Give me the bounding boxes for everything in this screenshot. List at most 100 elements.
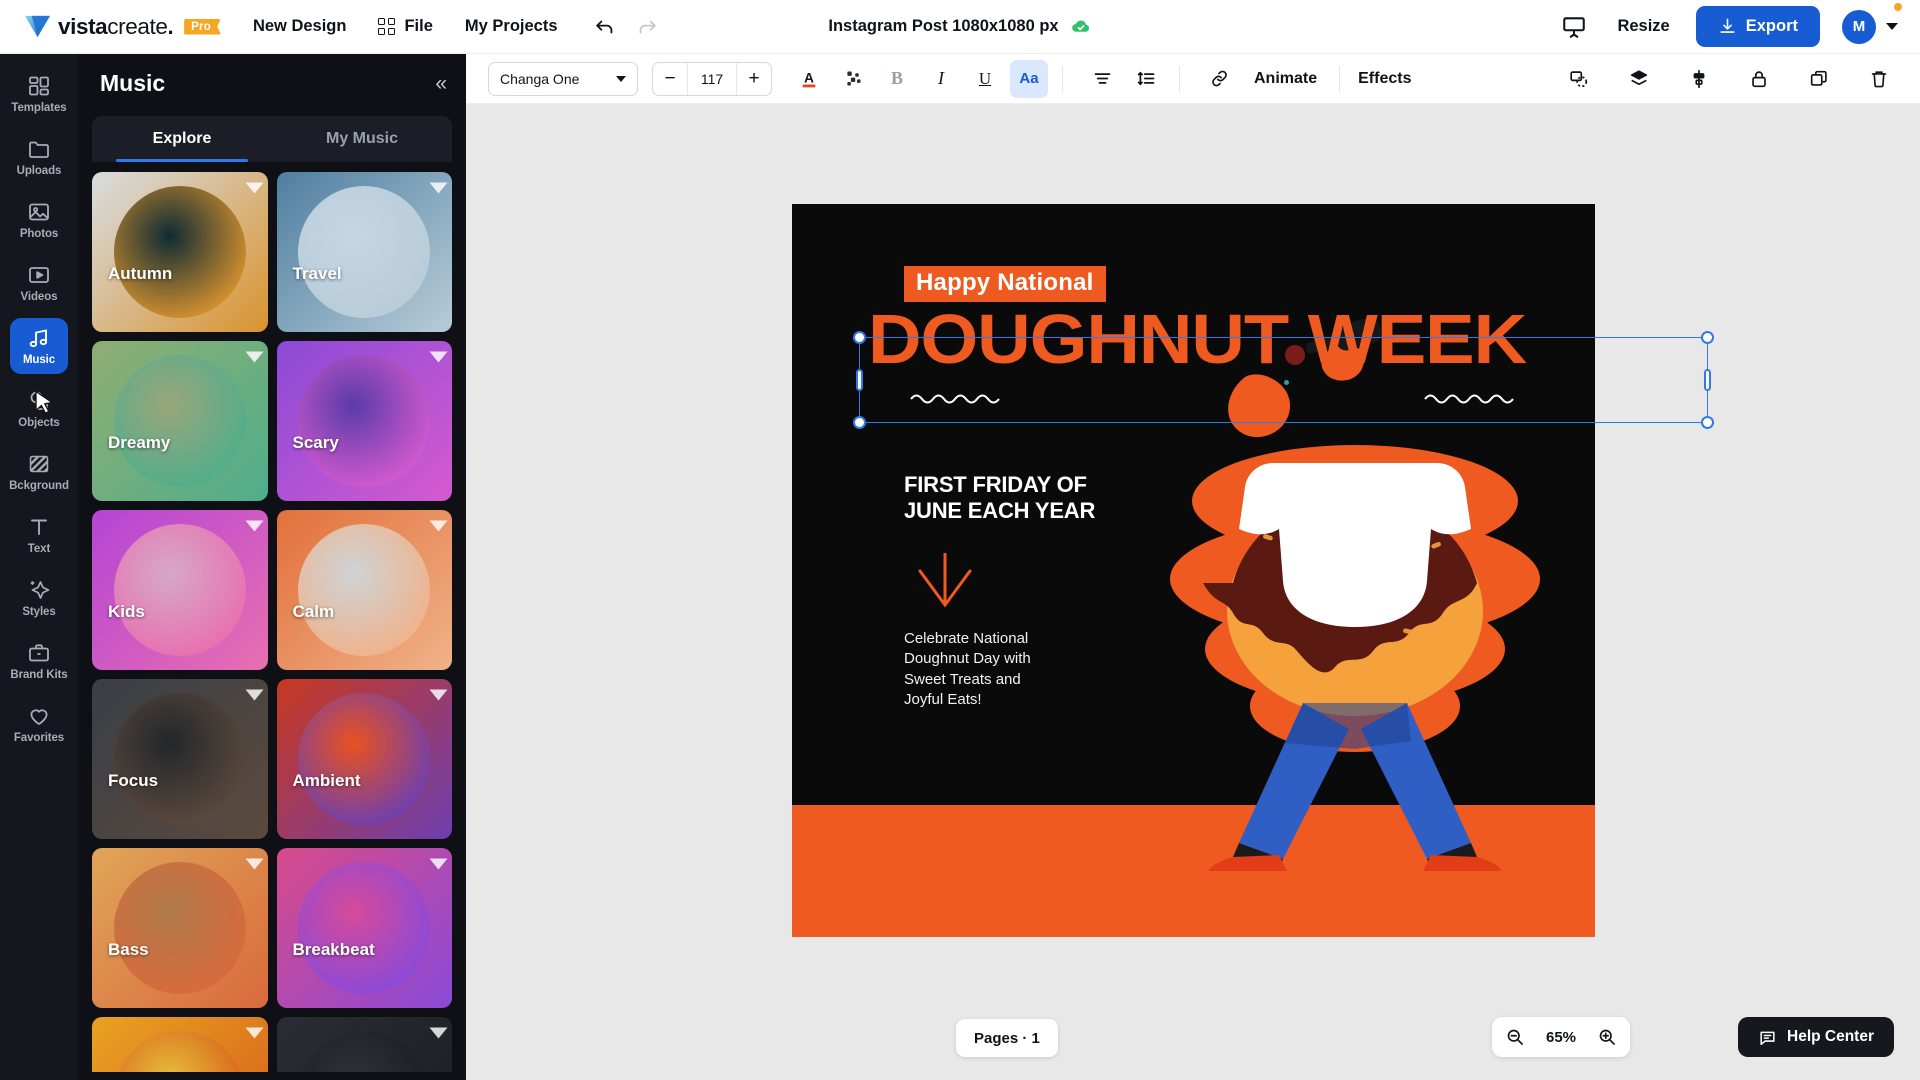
lock-button[interactable] xyxy=(1740,60,1778,98)
file-menu[interactable]: File xyxy=(378,17,433,36)
sidebar-item-brand-kits[interactable]: Brand Kits xyxy=(0,629,78,692)
tab-my-music[interactable]: My Music xyxy=(272,116,452,162)
play-icon[interactable] xyxy=(245,520,263,532)
sidebar-item-favorites[interactable]: Favorites xyxy=(0,692,78,755)
text-case-button[interactable]: Aa xyxy=(1010,59,1048,98)
sidebar-item-label: Styles xyxy=(22,606,56,618)
resize-handle-bottom-right[interactable] xyxy=(1701,416,1714,429)
play-icon[interactable] xyxy=(245,351,263,363)
subhead-line-1: FIRST FRIDAY OF xyxy=(904,472,1087,497)
canvas-subheadline[interactable]: FIRST FRIDAY OF JUNE EACH YEAR xyxy=(904,472,1095,523)
canvas-area[interactable]: Happy National DOUGHNUT WEEK FIRST FRIDA… xyxy=(466,104,1920,1080)
play-icon[interactable] xyxy=(245,858,263,870)
font-size-input[interactable]: 117 xyxy=(687,62,737,95)
text-highlight-button[interactable] xyxy=(834,60,872,98)
font-family-value: Changa One xyxy=(500,70,580,87)
text-color-button[interactable]: A xyxy=(790,60,828,98)
undo-arrow-icon[interactable] xyxy=(594,16,616,38)
italic-button[interactable]: I xyxy=(922,60,960,98)
mask-button[interactable] xyxy=(1560,60,1598,98)
tab-label: My Music xyxy=(325,130,398,147)
design-canvas[interactable]: Happy National DOUGHNUT WEEK FIRST FRIDA… xyxy=(792,204,1595,937)
top-bar-right: Resize Export M xyxy=(1561,2,1920,47)
tab-explore[interactable]: Explore xyxy=(92,116,272,162)
category-thumbnail xyxy=(113,186,246,318)
account-menu[interactable]: M xyxy=(1842,2,1902,44)
music-category-card[interactable]: Autumn xyxy=(92,172,268,332)
logo[interactable]: vistacreate. Pro xyxy=(24,14,221,40)
pages-button[interactable]: Pages · 1 xyxy=(956,1019,1058,1057)
canvas-badge-happy-national[interactable]: Happy National xyxy=(904,266,1106,302)
font-size-increase[interactable]: + xyxy=(737,63,771,95)
font-size-decrease[interactable]: − xyxy=(653,63,687,95)
music-category-card[interactable] xyxy=(92,1017,268,1072)
sidebar-item-templates[interactable]: Templates xyxy=(0,62,78,125)
align-objects-button[interactable] xyxy=(1680,60,1718,98)
animate-button[interactable]: Animate xyxy=(1238,70,1333,88)
panel-header: Music « xyxy=(78,54,466,112)
zoom-level[interactable]: 65% xyxy=(1540,1029,1582,1046)
zoom-out-icon[interactable] xyxy=(1504,1026,1526,1048)
document-title[interactable]: Instagram Post 1080x1080 px xyxy=(828,16,1091,37)
sidebar-item-bckground[interactable]: Bckground xyxy=(0,440,78,503)
duplicate-button[interactable] xyxy=(1800,60,1838,98)
sidebar-item-photos[interactable]: Photos xyxy=(0,188,78,251)
effects-button[interactable]: Effects xyxy=(1342,70,1427,88)
svg-text:A: A xyxy=(804,70,814,85)
music-category-card[interactable]: Kids xyxy=(92,510,268,670)
help-center-button[interactable]: Help Center xyxy=(1738,1017,1894,1057)
canvas-body-copy[interactable]: Celebrate National Doughnut Day with Swe… xyxy=(904,629,1031,710)
templates-icon xyxy=(27,73,52,98)
music-category-card[interactable] xyxy=(276,1017,452,1072)
underline-button[interactable]: U xyxy=(966,60,1004,98)
play-icon[interactable] xyxy=(429,351,448,363)
play-icon[interactable] xyxy=(429,689,448,701)
my-projects-button[interactable]: My Projects xyxy=(465,17,558,36)
play-icon[interactable] xyxy=(429,858,448,870)
play-icon[interactable] xyxy=(245,689,263,701)
music-category-card[interactable]: Ambient xyxy=(276,679,452,839)
redo-arrow-icon[interactable] xyxy=(636,16,658,38)
avatar[interactable]: M xyxy=(1842,9,1876,44)
resize-button[interactable]: Resize xyxy=(1617,17,1669,36)
bold-icon: B xyxy=(890,68,903,88)
sidebar-item-text[interactable]: Text xyxy=(0,503,78,566)
sidebar-item-videos[interactable]: Videos xyxy=(0,251,78,314)
text-t-icon xyxy=(27,514,52,539)
delete-button[interactable] xyxy=(1860,60,1898,98)
play-icon[interactable] xyxy=(245,1027,263,1039)
line-spacing-button[interactable] xyxy=(1127,60,1165,98)
category-thumbnail xyxy=(298,1031,431,1072)
sidebar-item-music[interactable]: Music xyxy=(0,314,78,377)
zoom-in-icon[interactable] xyxy=(1596,1026,1618,1048)
present-icon[interactable] xyxy=(1561,14,1587,40)
music-category-card[interactable]: Dreamy xyxy=(92,341,268,501)
new-design-button[interactable]: New Design xyxy=(253,17,347,36)
sidebar-item-styles[interactable]: Styles xyxy=(0,566,78,629)
sidebar-item-objects[interactable]: Objects xyxy=(0,377,78,440)
play-icon[interactable] xyxy=(429,520,448,532)
play-icon[interactable] xyxy=(245,182,263,194)
link-button[interactable] xyxy=(1200,60,1238,98)
play-icon[interactable] xyxy=(429,1027,448,1039)
sidebar-item-label: Uploads xyxy=(16,165,62,177)
category-name: Breakbeat xyxy=(292,940,375,959)
music-category-card[interactable]: Travel xyxy=(276,172,452,332)
music-category-card[interactable]: Calm xyxy=(276,510,452,670)
export-button[interactable]: Export xyxy=(1695,6,1820,47)
music-category-card[interactable]: Scary xyxy=(276,341,452,501)
font-family-select[interactable]: Changa One xyxy=(488,61,638,96)
text-align-button[interactable] xyxy=(1083,60,1121,98)
music-category-card[interactable]: Bass xyxy=(92,848,268,1008)
bold-button[interactable]: B xyxy=(878,60,916,98)
music-category-card[interactable]: Focus xyxy=(92,679,268,839)
play-icon[interactable] xyxy=(429,182,448,194)
music-category-card[interactable]: Breakbeat xyxy=(276,848,452,1008)
resize-handle-top-right[interactable] xyxy=(1701,331,1714,344)
resize-handle-right[interactable] xyxy=(1704,369,1711,391)
canvas-title[interactable]: DOUGHNUT WEEK xyxy=(868,304,1527,374)
sidebar-item-uploads[interactable]: Uploads xyxy=(0,125,78,188)
chevron-down-icon[interactable] xyxy=(1886,23,1898,30)
chevron-double-left-icon[interactable]: « xyxy=(435,73,447,94)
layers-button[interactable] xyxy=(1620,60,1658,98)
